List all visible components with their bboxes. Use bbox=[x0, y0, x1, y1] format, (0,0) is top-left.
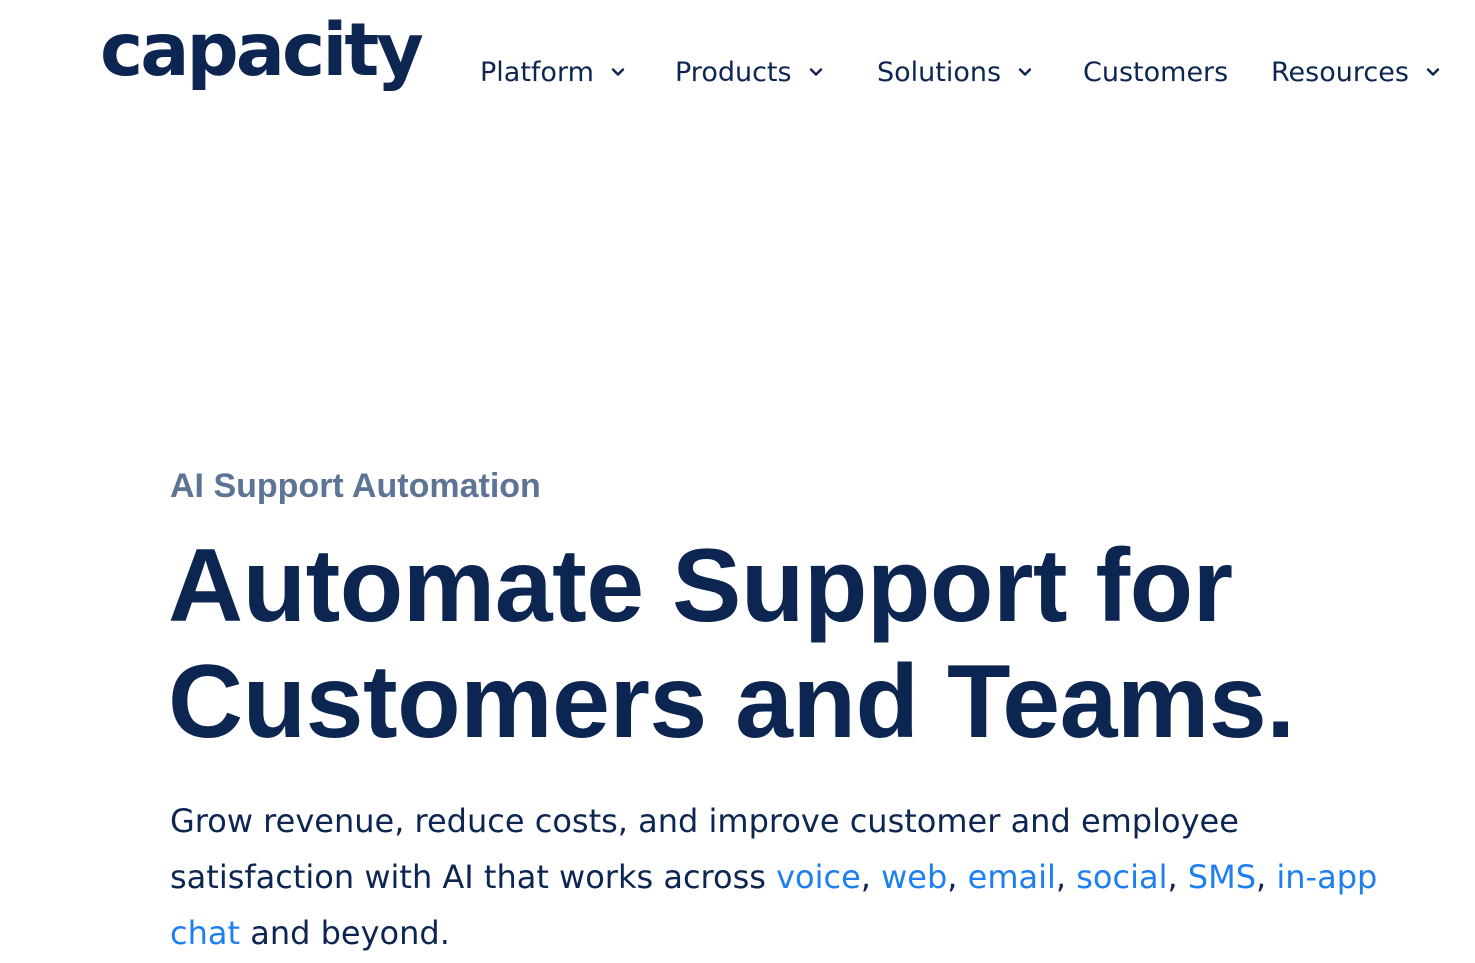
hero-description-line-2: satisfaction with AI that works across v… bbox=[170, 849, 1410, 905]
nav-item-platform[interactable]: Platform bbox=[480, 52, 628, 92]
hero-headline-line-1: Automate Support for bbox=[168, 528, 1233, 644]
nav-item-label: Customers bbox=[1083, 56, 1229, 88]
chevron-down-icon bbox=[806, 62, 826, 82]
channel-link-voice[interactable]: voice bbox=[776, 858, 861, 896]
hero-description: Grow revenue, reduce costs, and improve … bbox=[170, 793, 1410, 961]
nav-item-products[interactable]: Products bbox=[675, 52, 826, 92]
separator: , bbox=[860, 858, 882, 896]
nav-item-resources[interactable]: Resources bbox=[1271, 52, 1443, 92]
chevron-down-icon bbox=[1015, 62, 1035, 82]
hero-description-text-end: and beyond. bbox=[240, 914, 450, 952]
nav-item-customers[interactable]: Customers bbox=[1083, 52, 1228, 92]
nav-item-label: Solutions bbox=[877, 56, 1002, 88]
channel-link-in-app-chat[interactable]: in-app bbox=[1276, 858, 1377, 896]
hero-headline-line-2: Customers and Teams. bbox=[168, 644, 1295, 760]
hero-description-line-1: Grow revenue, reduce costs, and improve … bbox=[170, 802, 1239, 840]
hero-eyebrow: AI Support Automation bbox=[170, 467, 541, 505]
separator: , bbox=[1256, 858, 1277, 896]
channel-link-social[interactable]: social bbox=[1076, 858, 1167, 896]
separator: , bbox=[1167, 858, 1188, 896]
nav-item-label: Platform bbox=[480, 56, 594, 88]
chevron-down-icon bbox=[608, 62, 628, 82]
nav-item-label: Products bbox=[675, 56, 792, 88]
channel-link-web[interactable]: web bbox=[881, 858, 947, 896]
capacity-logo[interactable]: capacity bbox=[100, 14, 424, 87]
channel-link-email[interactable]: email bbox=[968, 858, 1056, 896]
nav-item-label: Resources bbox=[1271, 56, 1409, 88]
hero-description-line-3: chat and beyond. bbox=[170, 905, 1410, 961]
separator: , bbox=[947, 858, 968, 896]
channel-link-sms[interactable]: SMS bbox=[1188, 858, 1256, 896]
nav-item-solutions[interactable]: Solutions bbox=[877, 52, 1035, 92]
channel-link-in-app-chat-cont[interactable]: chat bbox=[170, 914, 240, 952]
hero-description-text: satisfaction with AI that works across bbox=[170, 858, 777, 896]
chevron-down-icon bbox=[1423, 62, 1443, 82]
separator: , bbox=[1055, 858, 1077, 896]
hero-headline: Automate Support for Customers and Teams… bbox=[168, 528, 1295, 760]
